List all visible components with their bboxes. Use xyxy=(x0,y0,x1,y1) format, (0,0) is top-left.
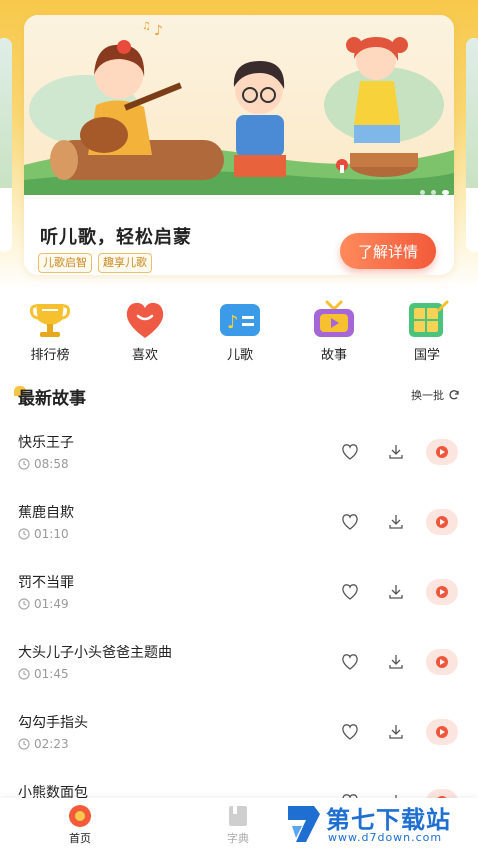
story-list: 快乐王子 08:58 蕉鹿自欺 01:10 罚不当罪 01:49 大头儿子小头爸爸主题曲 01… xyxy=(0,420,478,840)
download-icon[interactable] xyxy=(386,722,406,742)
download-icon[interactable] xyxy=(386,512,406,532)
favorite-heart-icon[interactable] xyxy=(340,442,360,462)
download-icon[interactable] xyxy=(386,582,406,602)
story-row[interactable]: 蕉鹿自欺 01:10 xyxy=(0,490,478,560)
download-icon[interactable] xyxy=(386,652,406,672)
category-label: 国学 xyxy=(413,348,440,363)
banner-card[interactable]: ♪ ♫ 听儿歌，轻松启蒙 儿歌启智 趣享儿歌 了解详情 xyxy=(24,15,454,275)
story-row[interactable]: 罚不当罪 01:49 xyxy=(0,560,478,630)
watermark-brand: 第七下载站 xyxy=(326,806,451,834)
section-title-text: 最新故事 xyxy=(18,389,86,409)
play-icon xyxy=(436,726,448,738)
favorite-heart-icon[interactable] xyxy=(340,582,360,602)
download-icon[interactable] xyxy=(386,442,406,462)
svg-text:♫: ♫ xyxy=(142,21,151,32)
story-title: 勾勾手指头 xyxy=(18,715,88,731)
story-duration: 01:49 xyxy=(18,597,69,611)
banner-tag: 趣享儿歌 xyxy=(98,253,152,273)
category-label: 故事 xyxy=(320,348,347,363)
clock-icon xyxy=(18,458,30,470)
clock-icon xyxy=(18,668,30,680)
trophy-icon xyxy=(30,304,70,337)
category-label: 排行榜 xyxy=(30,348,70,363)
pagination-dot-active xyxy=(442,190,449,195)
story-title: 快乐王子 xyxy=(18,435,74,451)
category-stories[interactable]: 故事 xyxy=(299,300,369,363)
refresh-button[interactable]: 换一批 xyxy=(411,387,460,403)
story-duration: 01:10 xyxy=(18,527,69,541)
home-icon xyxy=(69,805,91,827)
dictionary-icon xyxy=(229,806,247,826)
banner-illustration: ♪ ♫ xyxy=(24,15,454,195)
clock-icon xyxy=(18,598,30,610)
watermark-url: www.d7down.com xyxy=(328,831,443,844)
play-icon xyxy=(436,516,448,528)
story-duration-text: 08:58 xyxy=(34,457,69,471)
category-label: 喜欢 xyxy=(131,348,158,363)
story-duration: 01:45 xyxy=(18,667,69,681)
story-duration-text: 02:23 xyxy=(34,737,69,751)
story-title: 蕉鹿自欺 xyxy=(18,505,74,521)
category-label: 儿歌 xyxy=(226,348,253,363)
learn-more-button[interactable]: 了解详情 xyxy=(340,233,436,269)
heart-icon xyxy=(126,302,164,338)
play-button[interactable] xyxy=(426,439,458,465)
play-icon xyxy=(436,586,448,598)
play-button[interactable] xyxy=(426,649,458,675)
play-button[interactable] xyxy=(426,579,458,605)
section-title: 最新故事 xyxy=(14,384,86,409)
play-icon xyxy=(436,446,448,458)
story-row[interactable]: 勾勾手指头 02:23 xyxy=(0,700,478,770)
watermark-logo: 第七下载站 www.d7down.com xyxy=(282,798,478,850)
watermark-emblem-icon xyxy=(288,806,320,842)
play-button[interactable] xyxy=(426,509,458,535)
clock-icon xyxy=(18,738,30,750)
favorite-heart-icon[interactable] xyxy=(340,512,360,532)
nav-dictionary-label: 字典 xyxy=(227,832,249,845)
category-row: 排行榜 喜欢 ♪ 儿歌 故事 国学 xyxy=(0,300,478,370)
svg-text:♪: ♪ xyxy=(227,312,239,333)
story-duration-text: 01:49 xyxy=(34,597,69,611)
story-duration-text: 01:45 xyxy=(34,667,69,681)
play-button[interactable] xyxy=(426,719,458,745)
story-title: 罚不当罪 xyxy=(18,575,74,591)
story-duration-text: 01:10 xyxy=(34,527,69,541)
banner-pagination xyxy=(420,190,449,195)
favorite-heart-icon[interactable] xyxy=(340,722,360,742)
banner-title: 听儿歌，轻松启蒙 xyxy=(40,227,192,248)
nav-home[interactable]: 首页 xyxy=(50,804,110,846)
nav-home-label: 首页 xyxy=(69,832,91,845)
prev-banner-card[interactable] xyxy=(0,38,12,252)
refresh-label: 换一批 xyxy=(411,389,444,402)
svg-text:♪: ♪ xyxy=(154,23,163,39)
banner-tags: 儿歌启智 趣享儿歌 xyxy=(38,253,152,273)
story-row[interactable]: 快乐王子 08:58 xyxy=(0,420,478,490)
category-songs[interactable]: ♪ 儿歌 xyxy=(205,300,275,363)
story-duration: 08:58 xyxy=(18,457,69,471)
music-note-icon: ♪ xyxy=(220,304,260,336)
story-duration: 02:23 xyxy=(18,737,69,751)
story-title: 大头儿子小头爸爸主题曲 xyxy=(18,645,172,661)
category-ranking[interactable]: 排行榜 xyxy=(15,300,85,363)
tv-icon xyxy=(314,300,354,337)
favorite-heart-icon[interactable] xyxy=(340,652,360,672)
story-row[interactable]: 大头儿子小头爸爸主题曲 01:45 xyxy=(0,630,478,700)
pagination-dot xyxy=(431,190,436,195)
refresh-icon xyxy=(449,390,459,400)
clock-icon xyxy=(18,528,30,540)
banner-tag: 儿歌启智 xyxy=(38,253,92,273)
pagination-dot xyxy=(420,190,425,195)
next-banner-card[interactable] xyxy=(466,38,478,252)
category-classics[interactable]: 国学 xyxy=(392,300,462,363)
book-icon xyxy=(409,300,449,337)
category-favorites[interactable]: 喜欢 xyxy=(110,300,180,363)
nav-dictionary[interactable]: 字典 xyxy=(208,804,268,846)
play-icon xyxy=(436,656,448,668)
